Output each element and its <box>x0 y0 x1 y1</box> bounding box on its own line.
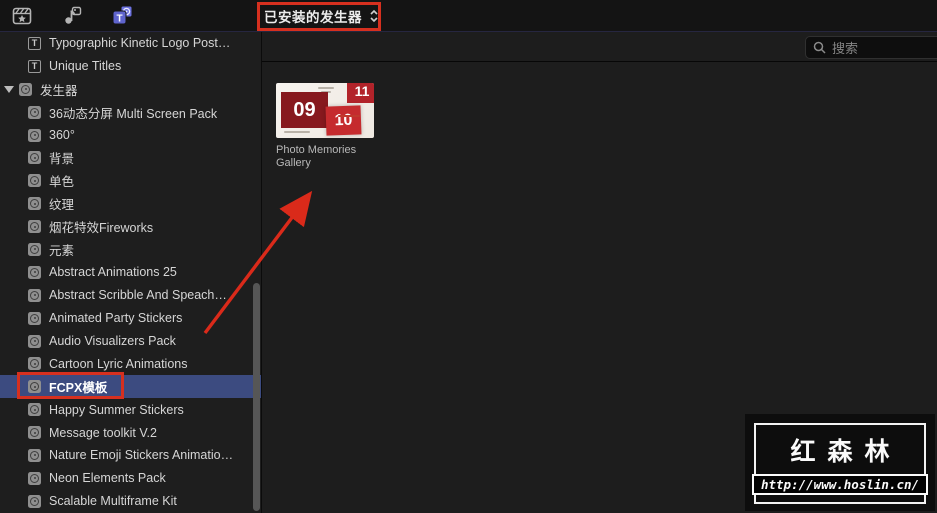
search-icon <box>813 41 826 54</box>
sidebar-item-abstract-animations[interactable]: Abstract Animations 25 <box>0 261 261 284</box>
thumb-number-09: 09 <box>281 92 328 128</box>
photos-audio-browser-icon[interactable] <box>60 4 84 28</box>
sidebar-category-generators[interactable]: 发生器 <box>0 78 261 101</box>
thumb-number-11: 11 <box>347 83 374 103</box>
effects-browser-icon[interactable] <box>10 4 34 28</box>
sidebar-item-abstract-scribble[interactable]: Abstract Scribble And Speach… <box>0 284 261 307</box>
generator-icon <box>28 220 41 234</box>
sidebar-item-multi-screen-pack[interactable]: 36动态分屏 Multi Screen Pack <box>0 101 261 124</box>
sidebar-item-fireworks[interactable]: 烟花特效Fireworks <box>0 215 261 238</box>
watermark: 红森林 http://www.hoslin.cn/ <box>745 414 935 511</box>
watermark-title: 红森林 <box>790 438 902 466</box>
generator-icon <box>28 151 41 165</box>
watermark-frame: 红森林 http://www.hoslin.cn/ <box>751 423 929 504</box>
generator-title: Photo Memories Gallery <box>276 144 357 169</box>
sidebar-item-neon-elements[interactable]: Neon Elements Pack <box>0 467 261 490</box>
generator-icon <box>28 242 41 256</box>
search-input[interactable]: 搜索 <box>805 36 937 59</box>
category-dropdown[interactable]: 已安装的发生器 <box>264 0 379 32</box>
disclosure-triangle-icon[interactable] <box>4 85 14 93</box>
generator-icon <box>28 334 41 348</box>
generator-icon <box>28 174 41 188</box>
title-icon: T <box>28 59 41 73</box>
sidebar-scrollbar[interactable] <box>253 283 260 511</box>
sidebar-item-audio-visualizers[interactable]: Audio Visualizers Pack <box>0 330 261 353</box>
title-icon: T <box>28 36 41 50</box>
sidebar-item-cartoon-lyric[interactable]: Cartoon Lyric Animations <box>0 352 261 375</box>
generator-icon <box>28 311 41 325</box>
sidebar-item-backgrounds[interactable]: 背景 <box>0 146 261 169</box>
generator-icon <box>28 265 41 279</box>
sidebar-item-fcpx-template[interactable]: FCPX模板 <box>0 375 261 399</box>
generator-icon <box>28 471 41 485</box>
thumb-number-10: 10 <box>325 105 362 136</box>
sidebar-item-typographic-kinetic[interactable]: T Typographic Kinetic Logo Post… <box>0 32 261 55</box>
sidebar-item-360[interactable]: 360° <box>0 124 261 147</box>
generator-icon <box>28 197 41 211</box>
generator-icon <box>28 494 41 508</box>
search-placeholder: 搜索 <box>832 41 859 56</box>
browser-toolbar: T 已安装的发生器 <box>0 0 937 32</box>
sidebar-item-happy-summer[interactable]: Happy Summer Stickers <box>0 398 261 421</box>
titles-generators-browser-icon[interactable]: T <box>110 4 134 28</box>
sidebar-item-message-toolkit[interactable]: Message toolkit V.2 <box>0 421 261 444</box>
generator-icon <box>28 426 41 440</box>
svg-text:T: T <box>116 13 122 24</box>
sidebar-item-textures[interactable]: 纹理 <box>0 192 261 215</box>
category-dropdown-label: 已安装的发生器 <box>264 10 362 25</box>
generator-icon <box>28 128 41 142</box>
sidebar-item-scalable-multiframe[interactable]: Scalable Multiframe Kit <box>0 490 261 513</box>
sidebar-item-nature-emoji[interactable]: Nature Emoji Stickers Animatio… <box>0 444 261 467</box>
generator-icon <box>28 357 41 371</box>
generator-icon <box>28 105 41 119</box>
sidebar-item-animated-party-stickers[interactable]: Animated Party Stickers <box>0 307 261 330</box>
generator-icon <box>28 403 41 417</box>
sidebar-item-solids[interactable]: 单色 <box>0 169 261 192</box>
sidebar-item-unique-titles[interactable]: T Unique Titles <box>0 55 261 78</box>
search-strip: 搜索 <box>262 32 937 62</box>
categories-sidebar: T Typographic Kinetic Logo Post… T Uniqu… <box>0 32 262 513</box>
generator-icon <box>19 82 32 96</box>
updown-chevrons-icon <box>370 9 378 23</box>
watermark-url: http://www.hoslin.cn/ <box>751 474 929 495</box>
generator-icon <box>28 448 41 462</box>
generator-thumbnail-photo-memories[interactable]: 09 11 10 <box>276 83 374 138</box>
generator-icon <box>28 380 41 394</box>
generator-icon <box>28 288 41 302</box>
fcpx-generators-browser: T 已安装的发生器 T Typographic Kinetic Logo Pos… <box>0 0 937 513</box>
sidebar-item-elements[interactable]: 元素 <box>0 238 261 261</box>
